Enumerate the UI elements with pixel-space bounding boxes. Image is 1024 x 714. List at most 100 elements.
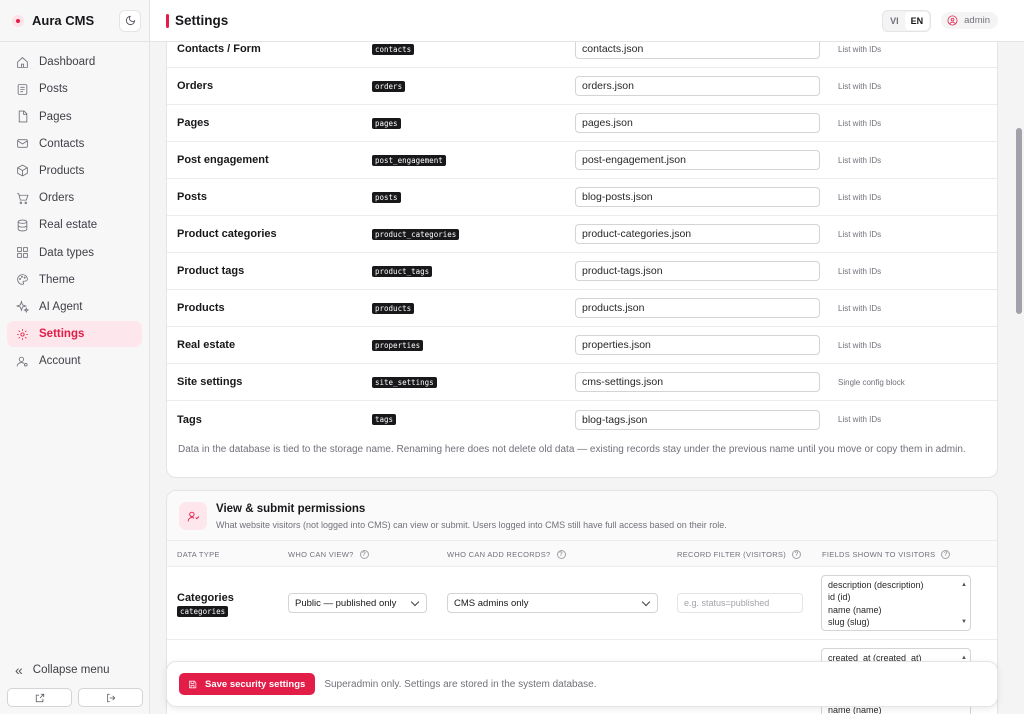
sidebar-item-settings[interactable]: Settings [7,321,142,348]
column-header-label: FIELDS SHOWN TO VISITORS [822,550,936,559]
users-permission-icon [179,502,207,530]
sidebar-item-orders[interactable]: Orders [7,185,142,211]
lang-vi-button[interactable]: VI [884,12,905,30]
storage-file-input[interactable]: blog-posts.json [575,187,820,207]
sidebar-item-contacts[interactable]: Contacts [7,131,142,157]
storage-kind-hint: List with IDs [838,229,882,239]
logout-button[interactable] [78,688,143,707]
column-header: WHO CAN ADD RECORDS?? [447,550,566,559]
who-can-view-select[interactable]: Public — published only [288,593,427,613]
grid-icon [17,247,28,258]
sidebar-item-label: Account [39,355,81,368]
logout-icon [106,693,115,702]
help-icon[interactable]: ? [941,550,951,559]
storage-file-input[interactable]: contacts.json [575,42,820,59]
column-header: WHO CAN VIEW?? [288,550,369,559]
theme-toggle-button[interactable] [119,9,141,32]
scroll-down-icon[interactable]: ▼ [961,616,967,628]
sidebar-item-theme[interactable]: Theme [7,267,142,293]
permissions-row: Categories categories Public — published… [167,567,997,640]
data-type-name: Product categories [177,228,277,240]
fields-listbox[interactable]: description (description) id (id) name (… [821,575,971,631]
collapse-menu-button[interactable]: « Collapse menu [7,660,110,680]
who-can-add-select[interactable]: CMS admins only [447,593,658,613]
storage-file-input[interactable]: product-categories.json [575,224,820,244]
save-security-settings-button[interactable]: Save security settings [179,673,316,695]
storage-kind-hint: List with IDs [838,81,882,91]
data-type-name: Orders [177,80,214,92]
cart-icon [17,192,29,204]
storage-kind-hint: List with IDs [838,415,882,424]
storage-file-input[interactable]: pages.json [575,113,820,133]
sidebar-footer-buttons [7,688,143,707]
storage-kind-hint: List with IDs [838,340,882,350]
storage-kind-hint: List with IDs [838,303,882,313]
permissions-table-header: DATA TYPE WHO CAN VIEW?? WHO CAN ADD REC… [167,541,997,567]
sidebar-item-label: Settings [39,328,85,341]
sidebar-item-pages[interactable]: Pages [7,104,142,130]
help-icon[interactable]: ? [359,550,369,559]
field-option[interactable]: name (name) [828,604,970,616]
sidebar-item-posts[interactable]: Posts [7,76,142,102]
data-type-code: product_tags [372,265,433,277]
sidebar-item-label: Products [39,164,85,177]
storage-file-input[interactable]: orders.json [575,76,820,96]
storage-file-input[interactable]: properties.json [575,335,820,355]
field-option[interactable]: description (description) [828,579,970,591]
storage-file-input[interactable]: cms-settings.json [575,372,820,392]
data-type-code: product_categories [372,228,460,240]
table-row: Contacts / Form contacts contacts.json L… [167,42,997,68]
storage-kind-hint: List with IDs [838,118,882,128]
data-type-code: tags [372,414,397,425]
column-header: DATA TYPE [177,550,220,559]
who-can-add-value: CMS admins only [454,597,529,609]
scroll-up-icon[interactable]: ▲ [961,579,967,591]
page-scrollbar-thumb[interactable] [1016,128,1022,314]
sidebar-item-label: AI Agent [39,300,83,313]
title-accent-bar [166,13,169,28]
storage-file-input[interactable]: products.json [575,298,820,318]
save-bar: Save security settings Superadmin only. … [166,661,998,707]
user-menu[interactable]: admin [941,12,998,29]
sidebar-item-products[interactable]: Products [7,158,142,184]
sidebar-item-data-types[interactable]: Data types [7,240,142,266]
sidebar-item-label: Pages [39,110,72,123]
record-filter-input[interactable]: e.g. status=published [677,593,803,613]
data-type-name: Real estate [177,339,236,351]
data-type-code: orders [372,80,406,92]
save-icon [189,680,197,688]
open-site-button[interactable] [7,688,72,707]
storage-file-input[interactable]: product-tags.json [575,261,820,281]
help-icon[interactable]: ? [792,550,802,559]
sidebar-item-real-estate[interactable]: Real estate [7,212,142,238]
field-option[interactable]: id (id) [828,591,970,603]
column-header: RECORD FILTER (VISITORS)? [677,550,802,559]
lang-en-button[interactable]: EN [904,11,930,30]
user-icon [16,356,28,367]
storage-file-input[interactable]: post-engagement.json [575,150,820,170]
table-row: Products products products.json List wit… [167,290,997,327]
data-type-code: site_settings [372,376,437,388]
sidebar-item-dashboard[interactable]: Dashboard [7,49,142,75]
posts-icon [17,84,28,95]
storage-file-input[interactable]: blog-tags.json [575,409,820,430]
data-type-name: Contacts / Form [177,43,261,55]
sidebar-item-label: Real estate [39,219,98,232]
help-icon[interactable]: ? [556,550,566,559]
page-title: Settings [175,13,229,28]
table-row: Product categories product_categories pr… [167,216,997,253]
table-row: Real estate properties properties.json L… [167,327,997,364]
brand: Aura CMS [0,0,149,42]
column-header-label: DATA TYPE [177,550,220,559]
data-type-name: Posts [177,191,207,203]
sidebar-item-account[interactable]: Account [7,348,142,374]
sidebar-item-ai-agent[interactable]: AI Agent [7,294,142,320]
save-note: Superadmin only. Settings are stored in … [324,678,597,690]
sidebar-item-label: Posts [39,83,68,96]
permissions-title: View & submit permissions [216,503,366,515]
language-switcher: VI EN [882,9,932,32]
sparkles-icon [16,300,29,314]
data-type-name: Tags [177,413,202,426]
field-option[interactable]: slug (slug) [828,616,970,628]
table-row: Tags tags blog-tags.json List with IDs [167,401,997,438]
